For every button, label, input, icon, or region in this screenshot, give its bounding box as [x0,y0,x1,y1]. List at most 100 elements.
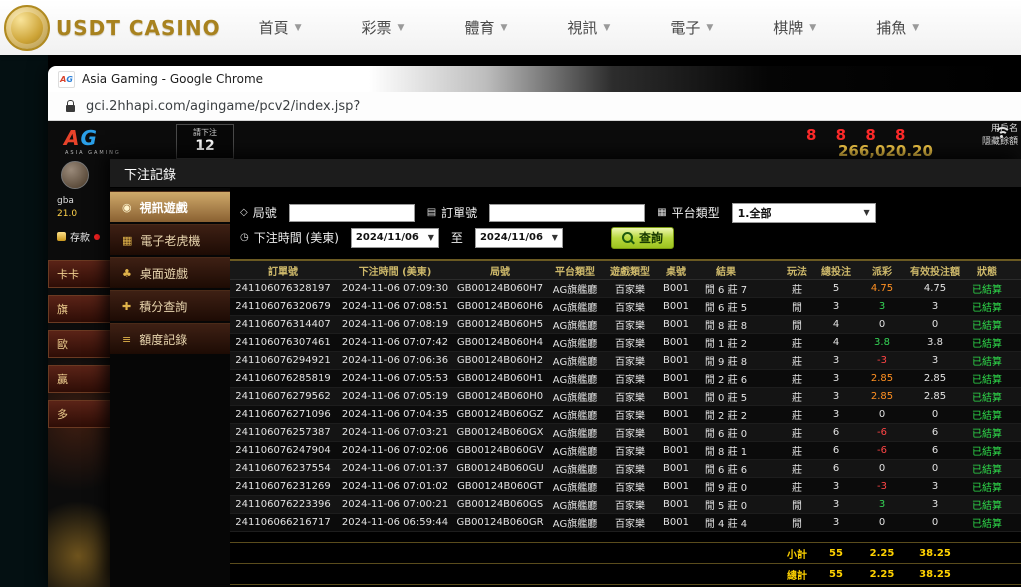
cell-result: 閒 2 莊 2 [696,407,756,422]
cell-table-no: B001 [656,463,696,474]
cell-payout: 0 [858,319,906,330]
lobby-item-label: 贏 [57,371,68,387]
cell-total-bet: 6 [814,463,858,474]
cell-game-type: 百家樂 [604,515,656,530]
cell-order: 241106076231269 [230,481,336,492]
lobby-item[interactable]: 贏 [48,365,117,393]
table-row: 241106076314407 2024-11-06 07:08:19 GB00… [230,316,1021,334]
menu-item-icon: ✚ [122,300,131,313]
search-button[interactable]: 查詢 [611,227,674,249]
order-input[interactable] [489,204,645,222]
cell-table-no: B001 [656,409,696,420]
favicon-letter-g: G [66,75,73,84]
chrome-urlbar[interactable]: gci.2hhapi.com/agingame/pcv2/index.jsp? [48,92,1021,121]
chrome-titlebar[interactable]: AG Asia Gaming - Google Chrome [48,66,1021,92]
filter-row-2: ◷ 下注時間 (美東) 2024/11/06 ▼ 至 [240,225,1021,250]
cell-order: 241106076320679 [230,301,336,312]
table-row: 241106076231269 2024-11-06 07:01:02 GB00… [230,478,1021,496]
platform-filter-label: ▦ 平台類型 [657,204,719,221]
cell-result: 閒 1 莊 2 [696,335,756,350]
cell-game-type: 百家樂 [604,389,656,404]
chevron-down-icon: ▼ [398,23,405,33]
chevron-down-icon: ▼ [295,23,302,33]
avatar[interactable] [61,161,89,189]
cell-time: 2024-11-06 07:05:19 [336,391,454,402]
cell-result: 閒 6 莊 0 [696,425,756,440]
nav-item[interactable]: 電子 ▼ [670,17,713,38]
bet-table: 訂單號 下注時間 (美東) 局號 平台類型 遊戲類型 [230,259,1021,585]
cell-total-bet: 6 [814,427,858,438]
subtotal-total-bet: 55 [814,548,858,559]
ag-logo: AG [64,126,98,150]
cell-time: 2024-11-06 07:08:51 [336,301,454,312]
table-header-cell: 訂單號 [230,263,336,278]
cell-status: 已結算 [964,335,1010,350]
cell-payout: 4.75 [858,283,906,294]
cell-game-type: 百家樂 [604,335,656,350]
lobby-item[interactable]: 歐 [48,330,117,358]
cell-round: GB00124B060H0 [454,391,546,402]
cell-bet-on: 莊 [780,425,814,440]
sidebar-deposit[interactable]: 存款 [57,229,110,244]
grand-total-label: 總計 [780,567,814,582]
modal-header: 下注記錄 [110,159,1021,188]
nav-item[interactable]: 首頁 ▼ [259,17,302,38]
lobby-item[interactable]: 卡卡 [48,260,117,288]
cell-valid-bet: 6 [906,445,964,456]
cell-total-bet: 4 [814,337,858,348]
user-label: 用戶名 [982,123,1018,136]
cell-valid-bet: 0 [906,409,964,420]
platform-select[interactable]: 1.全部 ▼ [732,203,876,223]
cell-valid-bet: 0 [906,517,964,528]
cell-result: 閒 5 莊 0 [696,497,756,512]
cell-result: 閒 6 莊 6 [696,461,756,476]
sidebar-wallet-balance: 21.0 [57,209,110,219]
chevron-down-icon: ▼ [706,23,713,33]
date-to-picker[interactable]: 2024/11/06 ▼ [475,228,563,248]
menu-item-label: 桌面遊戲 [140,265,188,282]
cell-payout: 3 [858,301,906,312]
nav-item[interactable]: 彩票 ▼ [362,17,405,38]
asia-gaming-favicon-icon: AG [58,71,75,88]
round-input[interactable] [289,204,415,222]
cell-game-type: 百家樂 [604,281,656,296]
cell-total-bet: 3 [814,409,858,420]
cell-platform: AG旗艦廳 [546,389,604,404]
modal-menu-item[interactable]: ≡ 額度記錄 [110,323,230,354]
modal-menu-item[interactable]: ✚ 積分查詢 [110,290,230,321]
nav-item[interactable]: 捕魚 ▼ [876,17,919,38]
table-header-cell: 平台類型 [546,263,604,278]
cell-order: 241106076294921 [230,355,336,366]
date-from-picker[interactable]: 2024/11/06 ▼ [351,228,439,248]
site-logo[interactable]: USDT CASINO [4,5,221,51]
cell-table-no: B001 [656,373,696,384]
lobby-item-label: 卡卡 [57,266,79,282]
lobby-item[interactable]: 多 [48,400,117,428]
modal-menu-item[interactable]: ◉ 視訊遊戲 [110,191,230,222]
round-icon: ◇ [240,207,248,218]
nav-label: 彩票 [362,17,392,38]
ag-logo-caption: ASIA GAMING [65,150,121,156]
cell-table-no: B001 [656,283,696,294]
cell-result: 閒 0 莊 5 [696,389,756,404]
table-totals: 小計 55 2.25 38.25 總計 55 2.25 [230,542,1021,585]
cell-game-type: 百家樂 [604,353,656,368]
table-row: 241106076320679 2024-11-06 07:08:51 GB00… [230,298,1021,316]
hide-balance-label[interactable]: 隱藏餘額 [982,136,1018,149]
lobby-item[interactable]: 旗 [48,295,117,323]
nav-item[interactable]: 棋牌 ▼ [773,17,816,38]
nav-item[interactable]: 體育 ▼ [464,17,507,38]
ag-logo-a: A [64,126,80,150]
nav-item[interactable]: 視訊 ▼ [567,17,610,38]
cell-status: 已結算 [964,299,1010,314]
chevron-down-icon: ▼ [500,23,507,33]
table-header-cell: 有效投注額 [906,263,964,278]
lobby-item-label: 歐 [57,336,68,352]
cell-result: 閒 6 莊 5 [696,299,756,314]
select-arrow-icon: ▼ [864,208,870,217]
platform-select-value: 1.全部 [738,205,772,221]
modal-menu-item[interactable]: ▦ 電子老虎機 [110,224,230,255]
modal-menu-item[interactable]: ♣ 桌面遊戲 [110,257,230,288]
cell-platform: AG旗艦廳 [546,515,604,530]
cell-table-no: B001 [656,427,696,438]
